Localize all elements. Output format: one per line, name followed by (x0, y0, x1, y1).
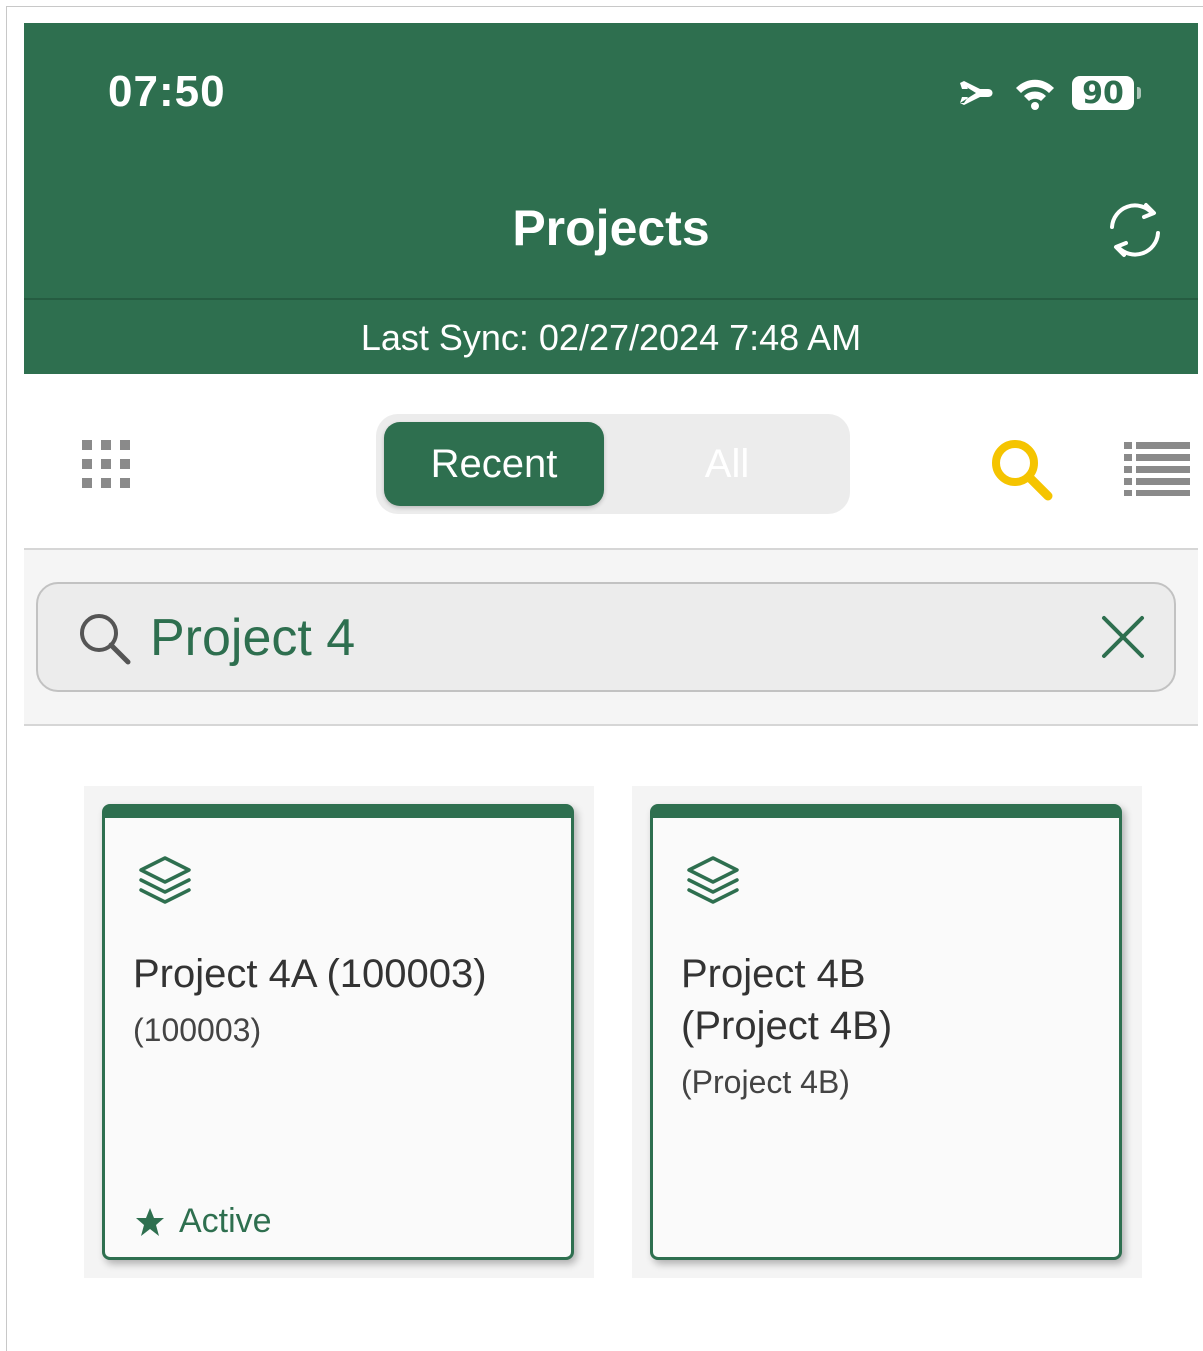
wifi-icon (1016, 79, 1054, 110)
project-card-container: Project 4B (Project 4B) (Project 4B) (632, 786, 1142, 1278)
page-title: Projects (512, 200, 710, 256)
project-title-block: Project 4A (100003) (100003) (133, 948, 553, 1052)
project-status: Active (135, 1202, 272, 1241)
search-field[interactable] (36, 582, 1176, 692)
battery-tip (1137, 87, 1141, 99)
project-title-block: Project 4B (Project 4B) (Project 4B) (681, 948, 981, 1104)
layers-icon (139, 856, 191, 904)
star-icon (136, 1207, 164, 1236)
project-subtitle: (100003) (133, 1012, 262, 1048)
recent-all-segmented-control: Recent All (376, 414, 850, 514)
project-title: Project 4A (100003) (133, 952, 487, 996)
battery-indicator: 90 (1072, 76, 1141, 111)
project-subtitle: (Project 4B) (681, 1064, 850, 1100)
search-area (24, 550, 1198, 726)
sync-refresh-icon[interactable] (1102, 197, 1168, 263)
project-status-label: Active (179, 1202, 272, 1240)
layers-icon (687, 856, 739, 904)
segment-recent[interactable]: Recent (384, 422, 604, 506)
header: 07:50 90 Projects Last Sync: 02/27/2024 … (24, 23, 1198, 374)
view-toolbar: Recent All (24, 374, 1198, 550)
battery-level: 90 (1072, 76, 1134, 111)
grid-view-icon[interactable] (80, 438, 132, 490)
status-time: 07:50 (108, 67, 226, 116)
list-view-icon[interactable] (1124, 440, 1190, 496)
project-card-container: Project 4A (100003) (100003) Active (84, 786, 594, 1278)
project-title: Project 4B (Project 4B) (681, 952, 893, 1048)
project-card[interactable]: Project 4B (Project 4B) (Project 4B) (650, 804, 1122, 1260)
last-sync-label: Last Sync: 02/27/2024 7:48 AM (24, 298, 1198, 374)
search-toggle-icon[interactable] (988, 436, 1054, 502)
airplane-mode-icon (960, 81, 993, 105)
projects-app: 07:50 90 Projects Last Sync: 02/27/2024 … (24, 23, 1198, 1351)
search-icon (80, 614, 131, 665)
status-icons: 90 (954, 73, 1141, 113)
clear-search-icon[interactable] (1100, 614, 1146, 660)
segment-all[interactable]: All (612, 422, 842, 506)
project-card[interactable]: Project 4A (100003) (100003) Active (102, 804, 574, 1260)
search-input[interactable] (150, 598, 1050, 678)
